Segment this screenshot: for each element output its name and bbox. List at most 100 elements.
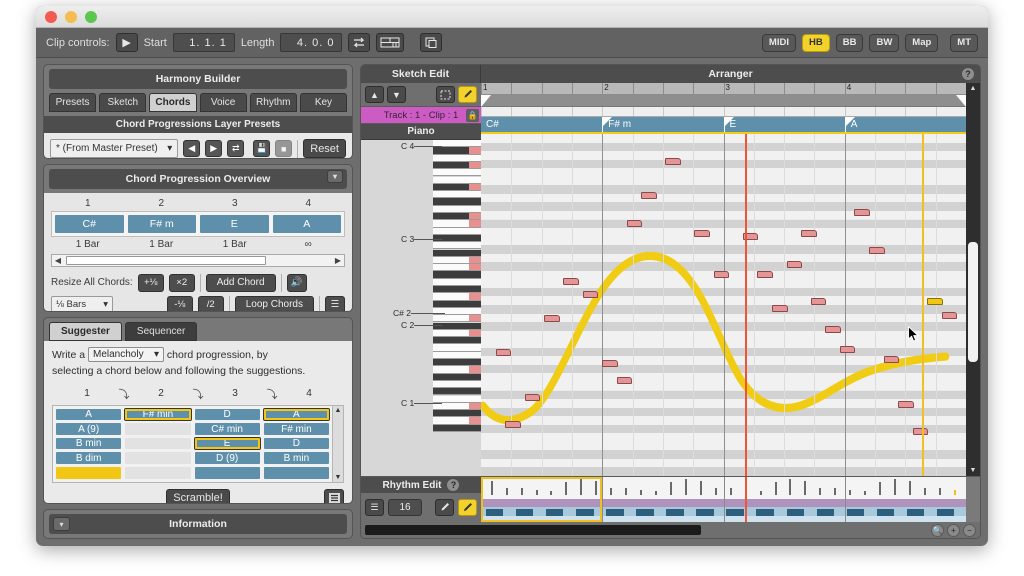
start-value-field[interactable]: 1. 1. 1 (172, 33, 235, 52)
piano-key[interactable] (433, 176, 481, 184)
list-menu-icon[interactable]: ☰ (325, 295, 345, 311)
chord-chip-4[interactable]: A (272, 214, 341, 233)
pencil-icon[interactable] (458, 499, 477, 516)
chord-segment[interactable]: E (723, 117, 845, 132)
resize-times2-button[interactable]: ×2 (168, 273, 195, 292)
chord-chip-3[interactable]: E (200, 214, 269, 233)
piano-key[interactable] (433, 286, 481, 294)
piano-key[interactable] (433, 307, 481, 316)
play-icon[interactable]: ▶ (115, 33, 138, 52)
scroll-right-icon[interactable]: ▶ (332, 256, 344, 265)
midi-note[interactable] (839, 346, 856, 354)
rhythm-velocity-stick[interactable] (610, 488, 613, 495)
add-chord-button[interactable]: Add Chord (205, 273, 276, 292)
midi-note[interactable] (927, 298, 943, 306)
rhythm-velocity-stick[interactable] (849, 490, 852, 495)
suggestion-cell[interactable]: C# min (194, 423, 260, 435)
save-icon[interactable]: 💾 (253, 140, 271, 157)
suggestion-cell[interactable] (263, 467, 329, 479)
zoom-in-icon[interactable]: + (947, 523, 960, 537)
rhythm-velocity-stick[interactable] (774, 482, 777, 495)
suggestion-cell[interactable]: A (9) (56, 423, 122, 435)
resize-minus-button[interactable]: -⅛ (166, 295, 193, 311)
piano-key[interactable] (433, 147, 481, 155)
piano-key[interactable] (433, 315, 481, 323)
piano-key[interactable] (433, 344, 481, 352)
horizontal-scrollbar-thumb[interactable] (365, 525, 702, 535)
scroll-left-icon[interactable]: ◀ (52, 256, 64, 265)
rhythm-velocity-stick[interactable] (550, 491, 553, 495)
loop-end-marker[interactable] (956, 95, 966, 107)
scroll-up-icon[interactable]: ▲ (970, 85, 977, 92)
piano-keyboard[interactable]: C 4 C 3 C# 2 C 2 C 1 (361, 140, 481, 476)
loop-region-bar[interactable] (481, 95, 966, 107)
rhythm-grid[interactable] (481, 477, 966, 522)
marquee-select-icon[interactable] (436, 86, 455, 103)
chevron-left-icon[interactable]: ◀ (183, 140, 201, 157)
keyboard-icon[interactable] (376, 33, 405, 52)
piano-roll[interactable] (481, 134, 966, 476)
module-button-midi[interactable]: MIDI (761, 33, 796, 52)
paint-brush-icon[interactable] (435, 499, 454, 516)
piano-key[interactable] (433, 264, 481, 272)
tab-chords[interactable]: Chords (149, 93, 197, 112)
module-button-bb[interactable]: BB (835, 33, 864, 52)
midi-note[interactable] (772, 305, 788, 312)
scroll-down-icon[interactable]: ▼ (970, 467, 977, 474)
piano-key[interactable] (433, 395, 481, 403)
piano-key[interactable] (433, 271, 481, 279)
duplicate-clip-icon[interactable] (420, 33, 443, 52)
rhythm-playhead[interactable] (745, 477, 747, 522)
rhythm-velocity-stick[interactable] (804, 481, 807, 495)
rhythm-velocity-stick[interactable] (879, 482, 882, 495)
arrow-up-icon[interactable]: ▲ (365, 86, 384, 103)
midi-note[interactable] (854, 209, 870, 217)
piano-key[interactable] (433, 183, 481, 192)
length-value-field[interactable]: 4. 0. 0 (280, 33, 343, 52)
tab-presets[interactable]: Presets (49, 93, 97, 112)
track-clip-bar[interactable]: Track : 1 - Clip : 1 🔒 (361, 107, 481, 124)
minimize-window-button[interactable] (65, 10, 77, 23)
chevron-down-icon[interactable]: ▾ (327, 169, 343, 183)
chevron-right-icon[interactable]: ▶ (205, 140, 223, 157)
suggestion-cell[interactable]: D (194, 408, 260, 421)
arrow-down-icon[interactable]: ▼ (387, 86, 406, 103)
midi-note[interactable] (869, 246, 885, 254)
position-marker[interactable] (922, 134, 924, 476)
midi-note[interactable] (810, 298, 827, 306)
suggestion-cell[interactable]: D (9) (194, 452, 260, 465)
chevron-down-icon[interactable]: ▾ (53, 517, 70, 531)
midi-note[interactable] (582, 291, 599, 299)
rhythm-velocity-stick[interactable] (834, 488, 837, 495)
rhythm-velocity-stick[interactable] (669, 482, 672, 495)
piano-key[interactable] (433, 373, 481, 381)
piano-keys[interactable] (433, 140, 481, 476)
rhythm-velocity-stick[interactable] (655, 491, 658, 495)
piano-key[interactable] (433, 205, 481, 213)
list-menu-icon[interactable] (324, 488, 344, 503)
piano-key[interactable] (433, 329, 481, 338)
piano-key[interactable] (433, 227, 481, 235)
rhythm-velocity-stick[interactable] (580, 479, 583, 495)
rhythm-velocity-stick[interactable] (535, 490, 538, 495)
chord-segment[interactable]: C# (481, 117, 602, 132)
suggestion-cell[interactable]: E (194, 437, 260, 450)
paint-brush-icon[interactable] (458, 86, 477, 103)
tab-suggester[interactable]: Suggester (49, 321, 122, 341)
rhythm-velocity-stick[interactable] (684, 479, 687, 495)
suggestion-cell[interactable]: B min (56, 437, 122, 450)
arrangement-band[interactable] (481, 107, 966, 117)
loop-start-marker[interactable] (481, 95, 491, 107)
chord-segment[interactable]: A (844, 117, 966, 132)
piano-key[interactable] (433, 169, 481, 177)
chord-overview-scrollbar[interactable]: ◀ ▶ (51, 253, 345, 267)
reset-button[interactable]: Reset (303, 139, 346, 158)
piano-key[interactable] (433, 322, 481, 330)
rhythm-velocity-stick[interactable] (864, 491, 867, 495)
piano-key[interactable] (433, 256, 481, 265)
midi-note[interactable] (898, 400, 914, 408)
preset-select[interactable]: * (From Master Preset) ▾ (50, 139, 179, 158)
suggestion-cell[interactable]: B dim (56, 452, 122, 465)
scramble-button[interactable]: Scramble! (166, 488, 230, 503)
midi-note[interactable] (602, 359, 618, 367)
